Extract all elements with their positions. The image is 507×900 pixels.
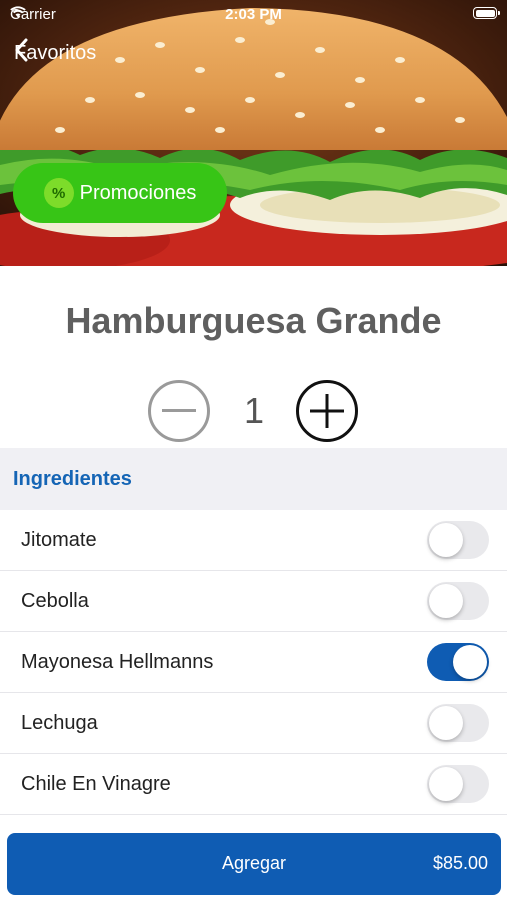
status-time: 2:03 PM bbox=[225, 6, 282, 23]
list-item: Chile En Vinagre bbox=[0, 754, 507, 815]
ingredient-toggle[interactable] bbox=[427, 521, 489, 559]
ingredient-toggle[interactable] bbox=[427, 704, 489, 742]
toggle-knob bbox=[429, 706, 463, 740]
ingredient-label: Chile En Vinagre bbox=[21, 773, 171, 795]
ingredient-label: Mayonesa Hellmanns bbox=[21, 651, 214, 673]
ingredient-label: Lechuga bbox=[21, 712, 98, 734]
ingredient-toggle[interactable] bbox=[427, 765, 489, 803]
toggle-knob bbox=[453, 645, 487, 679]
status-bar: Carrier 2:03 PM bbox=[0, 0, 507, 28]
quantity-value: 1 bbox=[243, 390, 265, 431]
list-item: Lechuga bbox=[0, 693, 507, 754]
ingredient-toggle[interactable] bbox=[427, 582, 489, 620]
promotions-button[interactable]: % Promociones bbox=[13, 163, 227, 223]
minus-icon bbox=[162, 409, 196, 412]
add-to-cart-label: Agregar bbox=[221, 853, 287, 873]
quantity-stepper: 1 bbox=[0, 380, 507, 444]
ingredient-toggle[interactable] bbox=[427, 643, 489, 681]
ingredient-label: Cebolla bbox=[21, 590, 89, 612]
list-item: Jitomate bbox=[0, 510, 507, 571]
increase-quantity-button[interactable] bbox=[296, 380, 358, 442]
decrease-quantity-button[interactable] bbox=[148, 380, 210, 442]
list-item: Cebolla bbox=[0, 571, 507, 632]
ingredients-list: Jitomate Cebolla Mayonesa Hellmanns Lech… bbox=[0, 510, 507, 815]
plus-icon bbox=[310, 394, 344, 428]
product-image: Carrier 2:03 PM Favoritos % Promociones bbox=[0, 0, 507, 266]
ingredients-section-header: Ingredientes bbox=[0, 448, 507, 510]
total-price: $85.00 bbox=[432, 853, 488, 873]
discount-badge-icon: % bbox=[43, 178, 74, 208]
back-button[interactable]: Favoritos bbox=[14, 38, 96, 68]
ingredients-header-label: Ingredientes bbox=[13, 468, 132, 490]
battery-icon bbox=[473, 7, 500, 19]
promotions-label: Promociones bbox=[79, 181, 197, 204]
chevron-left-icon bbox=[15, 38, 28, 62]
toggle-knob bbox=[429, 584, 463, 618]
ingredient-label: Jitomate bbox=[21, 529, 97, 551]
product-title: Hamburguesa Grande bbox=[65, 300, 442, 341]
list-item: Mayonesa Hellmanns bbox=[0, 632, 507, 693]
add-to-cart-button[interactable]: Agregar $85.00 bbox=[7, 833, 501, 895]
toggle-knob bbox=[429, 767, 463, 801]
toggle-knob bbox=[429, 523, 463, 557]
